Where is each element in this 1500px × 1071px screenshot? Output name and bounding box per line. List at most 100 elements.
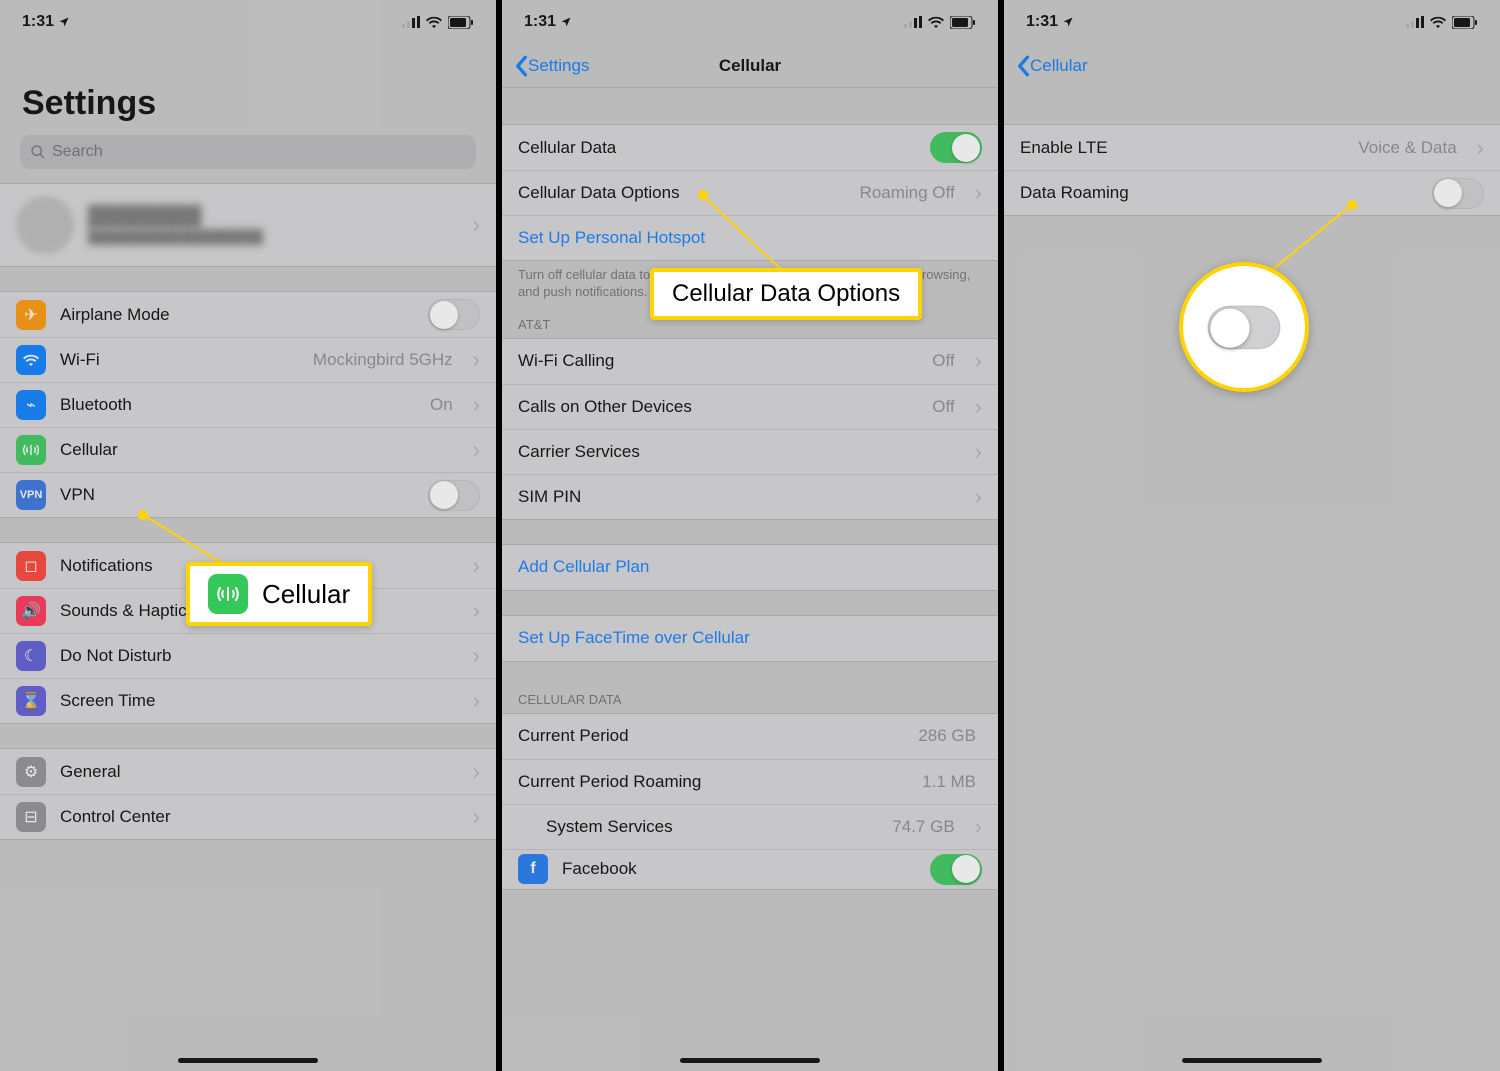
row-screentime[interactable]: ⌛ Screen Time › [0, 678, 496, 723]
row-sounds[interactable]: 🔊 Sounds & Haptics › [0, 588, 496, 633]
wifi-calling-label: Wi-Fi Calling [518, 351, 918, 371]
row-carrier-services[interactable]: Carrier Services › [502, 429, 998, 474]
row-data-roaming[interactable]: Data Roaming [1004, 170, 1500, 215]
chevron-right-icon: › [473, 643, 480, 669]
airplane-icon: ✈ [16, 300, 46, 330]
row-notifications[interactable]: ◻ Notifications › [0, 543, 496, 588]
general-icon: ⚙ [16, 757, 46, 787]
location-icon [58, 16, 70, 28]
row-facebook[interactable]: f Facebook [502, 849, 998, 889]
chevron-right-icon: › [473, 212, 480, 238]
airplane-label: Airplane Mode [60, 305, 414, 325]
data-roaming-toggle[interactable] [1432, 178, 1484, 209]
status-time: 1:31 [1026, 13, 1058, 31]
facebook-label: Facebook [562, 859, 916, 879]
chevron-right-icon: › [975, 348, 982, 374]
chevron-right-icon: › [975, 180, 982, 206]
row-facetime[interactable]: Set Up FaceTime over Cellular [502, 616, 998, 661]
facebook-icon: f [518, 854, 548, 884]
data-roaming-label: Data Roaming [1020, 183, 1418, 203]
home-indicator [178, 1058, 318, 1063]
row-enable-lte[interactable]: Enable LTE Voice & Data › [1004, 125, 1500, 170]
cellular-data-toggle[interactable] [930, 132, 982, 163]
page-title: Settings [0, 44, 496, 131]
row-cellular[interactable]: Cellular › [0, 427, 496, 472]
back-label: Settings [528, 56, 589, 76]
status-icons [1406, 16, 1478, 29]
chevron-right-icon: › [473, 437, 480, 463]
wifi-icon [426, 16, 442, 28]
location-icon [560, 16, 572, 28]
toggle-icon [1208, 305, 1281, 348]
chevron-right-icon: › [473, 688, 480, 714]
status-bar: 1:31 [502, 0, 998, 44]
avatar [16, 196, 74, 254]
cellular-signal-icon [904, 16, 922, 28]
status-icons [402, 16, 474, 29]
facebook-toggle[interactable] [930, 854, 982, 885]
row-add-plan[interactable]: Add Cellular Plan [502, 545, 998, 590]
controlcenter-icon: ⊟ [16, 802, 46, 832]
chevron-right-icon: › [1477, 135, 1484, 161]
facetime-label: Set Up FaceTime over Cellular [518, 628, 982, 648]
row-general[interactable]: ⚙ General › [0, 749, 496, 794]
callout-toggle [1179, 262, 1309, 392]
row-wifi[interactable]: Wi-Fi Mockingbird 5GHz › [0, 337, 496, 382]
vpn-icon: VPN [16, 480, 46, 510]
screen-cellular: 1:31 Settings Cellular Cellular Data Cel… [502, 0, 998, 1071]
chevron-right-icon: › [473, 759, 480, 785]
back-button[interactable]: Settings [514, 55, 589, 77]
wifi-icon [1430, 16, 1446, 28]
hotspot-label: Set Up Personal Hotspot [518, 228, 982, 248]
cellular-data-label: Cellular Data [518, 138, 916, 158]
current-roaming-value: 1.1 MB [922, 772, 976, 792]
chevron-right-icon: › [473, 598, 480, 624]
nav-bar: Settings Cellular [502, 44, 998, 88]
row-airplane-mode[interactable]: ✈ Airplane Mode [0, 292, 496, 337]
back-label: Cellular [1030, 56, 1088, 76]
current-period-value: 286 GB [918, 726, 976, 746]
row-wifi-calling[interactable]: Wi-Fi Calling Off › [502, 339, 998, 384]
screentime-icon: ⌛ [16, 686, 46, 716]
notifications-label: Notifications [60, 556, 459, 576]
status-time: 1:31 [524, 13, 556, 31]
status-time: 1:31 [22, 13, 54, 31]
row-bluetooth[interactable]: ⌁ Bluetooth On › [0, 382, 496, 427]
row-cellular-data[interactable]: Cellular Data [502, 125, 998, 170]
search-input[interactable]: Search [20, 135, 476, 169]
row-sim-pin[interactable]: SIM PIN › [502, 474, 998, 519]
wifi-label: Wi-Fi [60, 350, 299, 370]
row-system-services[interactable]: System Services 74.7 GB › [502, 804, 998, 849]
battery-icon [1452, 16, 1478, 29]
chevron-right-icon: › [975, 439, 982, 465]
system-services-label: System Services [546, 817, 878, 837]
home-indicator [1182, 1058, 1322, 1063]
row-cellular-data-options[interactable]: Cellular Data Options Roaming Off › [502, 170, 998, 215]
vpn-toggle[interactable] [428, 480, 480, 511]
profile-row[interactable]: ████████ ███████████████████ › [0, 184, 496, 266]
dnd-icon: ☾ [16, 641, 46, 671]
row-controlcenter[interactable]: ⊟ Control Center › [0, 794, 496, 839]
enable-lte-label: Enable LTE [1020, 138, 1344, 158]
row-current-period: Current Period 286 GB [502, 714, 998, 759]
row-vpn[interactable]: VPN VPN [0, 472, 496, 517]
cellular-label: Cellular [60, 440, 459, 460]
row-calls-other[interactable]: Calls on Other Devices Off › [502, 384, 998, 429]
chevron-right-icon: › [473, 553, 480, 579]
wifi-icon [928, 16, 944, 28]
airplane-toggle[interactable] [428, 299, 480, 330]
add-plan-label: Add Cellular Plan [518, 557, 982, 577]
row-hotspot[interactable]: Set Up Personal Hotspot [502, 215, 998, 260]
cellular-icon [16, 435, 46, 465]
carrier-header: AT&T [502, 311, 998, 338]
chevron-right-icon: › [975, 814, 982, 840]
cdo-label: Cellular Data Options [518, 183, 846, 203]
profile-subtitle: ███████████████████ [88, 229, 459, 244]
battery-icon [950, 16, 976, 29]
back-button[interactable]: Cellular [1016, 55, 1088, 77]
controlcenter-label: Control Center [60, 807, 459, 827]
cellular-footer: Turn off cellular data to restrict all d… [502, 261, 998, 311]
status-bar: 1:31 [0, 0, 496, 44]
sim-pin-label: SIM PIN [518, 487, 961, 507]
row-dnd[interactable]: ☾ Do Not Disturb › [0, 633, 496, 678]
